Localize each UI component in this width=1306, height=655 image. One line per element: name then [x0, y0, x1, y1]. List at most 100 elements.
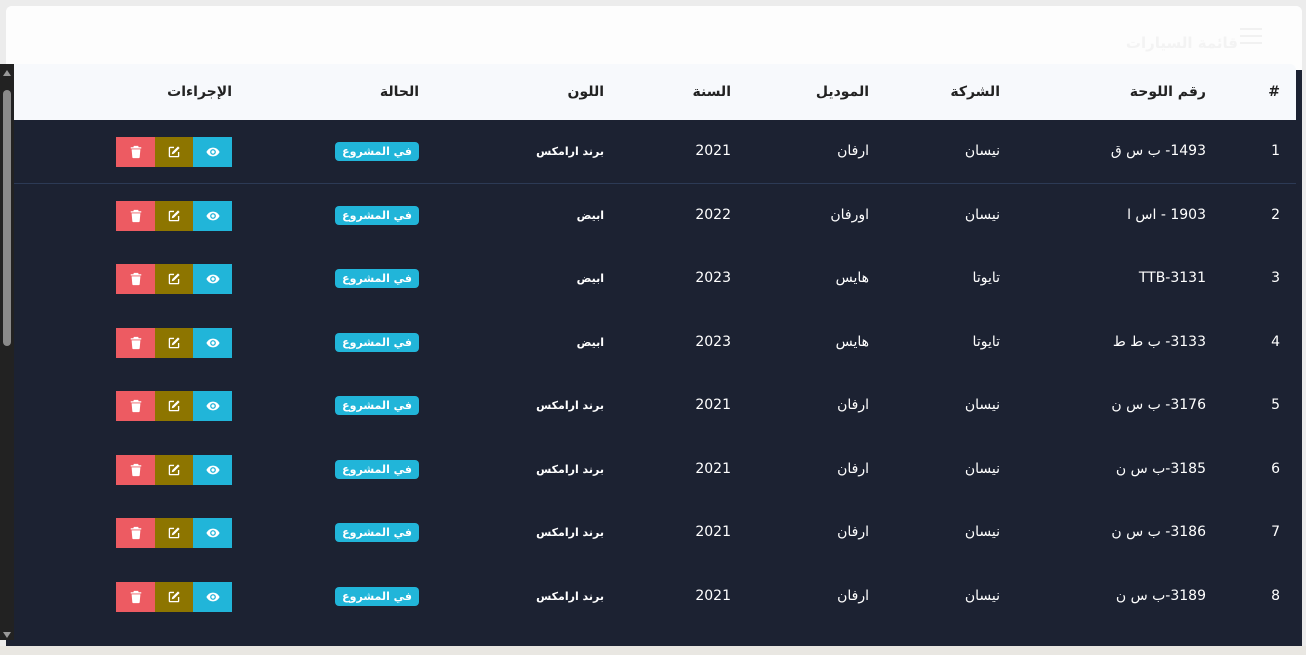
cell-year: 2021 [695, 143, 731, 159]
view-button[interactable] [193, 200, 232, 231]
edit-button[interactable] [154, 137, 194, 167]
edit-icon [168, 400, 180, 412]
cell-model: ارفان [837, 143, 869, 159]
scroll-down-icon[interactable] [3, 632, 11, 638]
view-button[interactable] [193, 454, 232, 485]
scroll-thumb[interactable] [3, 90, 11, 346]
table-row: 2 1903 - اس ا نيسان اورفان 2022 ابيض في … [14, 184, 1296, 248]
cell-plate: 3176- ب س ن [1111, 397, 1206, 413]
status-badge: في المشروع [335, 459, 419, 479]
edit-icon [168, 336, 180, 348]
cell-plate: TTB-3131 [1138, 270, 1206, 286]
edit-button[interactable] [154, 327, 194, 358]
eye-icon [206, 147, 220, 157]
vertical-scrollbar[interactable] [0, 64, 14, 640]
column-header-plate: رقم اللوحة [1129, 84, 1206, 100]
table-row: 4 3133- ب ط ط تايوتا هايس 2023 ابيض في ا… [14, 311, 1296, 375]
cell-color: ابيض [576, 208, 604, 222]
status-badge: في المشروع [335, 586, 419, 606]
cell-year: 2022 [695, 206, 731, 223]
row-actions [116, 200, 232, 231]
delete-button[interactable] [116, 137, 155, 167]
trash-icon [130, 590, 141, 603]
cell-color: برند ارامكس [536, 462, 604, 476]
delete-button[interactable] [116, 518, 155, 548]
edit-button[interactable] [154, 200, 194, 231]
row-actions [116, 518, 232, 548]
menu-icon[interactable] [1240, 28, 1262, 46]
delete-button[interactable] [116, 391, 155, 421]
cell-company: نيسان [964, 143, 1000, 159]
eye-icon [206, 592, 220, 601]
view-button[interactable] [193, 518, 232, 548]
cell-model: ارفان [837, 587, 869, 604]
cell-company: نيسان [964, 397, 1000, 413]
edit-icon [168, 273, 180, 285]
eye-icon [206, 528, 220, 538]
delete-button[interactable] [116, 327, 155, 358]
cell-color: برند ارامكس [536, 526, 604, 539]
eye-icon [206, 274, 220, 284]
trash-icon [130, 526, 141, 540]
scroll-up-icon[interactable] [3, 70, 11, 76]
edit-button[interactable] [154, 581, 194, 612]
cell-model: هايس [835, 333, 869, 350]
edit-button[interactable] [154, 391, 194, 421]
trash-icon [130, 272, 141, 286]
cars-table: # رقم اللوحة الشركة الموديل السنة اللون … [14, 64, 1296, 628]
delete-button[interactable] [116, 264, 155, 294]
row-actions [116, 327, 232, 358]
table-row: 8 3189-ب س ن نيسان ارفان 2021 برند ارامك… [14, 565, 1296, 629]
view-button[interactable] [193, 327, 232, 358]
column-header-year: السنة [692, 84, 731, 100]
cell-number: 8 [1271, 587, 1280, 604]
cell-plate: 1903 - اس ا [1127, 206, 1206, 223]
cell-color: ابيض [576, 335, 604, 349]
edit-icon [168, 146, 180, 158]
edit-button[interactable] [154, 518, 194, 548]
row-actions [116, 137, 232, 167]
edit-icon [168, 527, 180, 539]
eye-icon [206, 465, 220, 474]
bottom-strip [0, 646, 1306, 655]
delete-button[interactable] [116, 581, 155, 612]
cell-plate: 3133- ب ط ط [1112, 333, 1206, 350]
cell-company: نيسان [964, 206, 1000, 223]
view-button[interactable] [193, 137, 232, 167]
column-header-status: الحالة [379, 84, 419, 100]
delete-button[interactable] [116, 200, 155, 231]
eye-icon [206, 401, 220, 411]
table-body: 1 1493- ب س ق نيسان ارفان 2021 برند ارام… [14, 120, 1296, 628]
cell-model: ارفان [837, 460, 869, 477]
trash-icon [130, 399, 141, 413]
cell-color: برند ارامكس [536, 589, 604, 603]
eye-icon [206, 338, 220, 347]
page-title: قائمة السيارات [1125, 34, 1238, 52]
column-header-model: الموديل [815, 84, 869, 100]
edit-button[interactable] [154, 454, 194, 485]
column-header-company: الشركة [950, 84, 1000, 100]
edit-icon [168, 209, 180, 221]
edit-button[interactable] [154, 264, 194, 294]
table-row: 3 TTB-3131 تايوتا هايس 2023 ابيض في المش… [14, 247, 1296, 311]
cell-year: 2021 [695, 587, 731, 604]
view-button[interactable] [193, 581, 232, 612]
edit-icon [168, 590, 180, 602]
edit-icon [168, 463, 180, 475]
view-button[interactable] [193, 391, 232, 421]
cell-number: 5 [1271, 397, 1280, 413]
view-button[interactable] [193, 264, 232, 294]
row-actions [116, 454, 232, 485]
delete-button[interactable] [116, 454, 155, 485]
cell-color: برند ارامكس [536, 145, 604, 158]
cell-color: برند ارامكس [536, 399, 604, 412]
row-actions [116, 264, 232, 294]
row-actions [116, 391, 232, 421]
row-actions [116, 581, 232, 612]
cell-model: اورفان [830, 206, 869, 223]
cell-model: ارفان [837, 397, 869, 413]
cell-year: 2023 [695, 270, 731, 286]
cell-number: 7 [1271, 524, 1280, 540]
cell-number: 2 [1271, 206, 1280, 223]
status-badge: في المشروع [335, 269, 419, 288]
